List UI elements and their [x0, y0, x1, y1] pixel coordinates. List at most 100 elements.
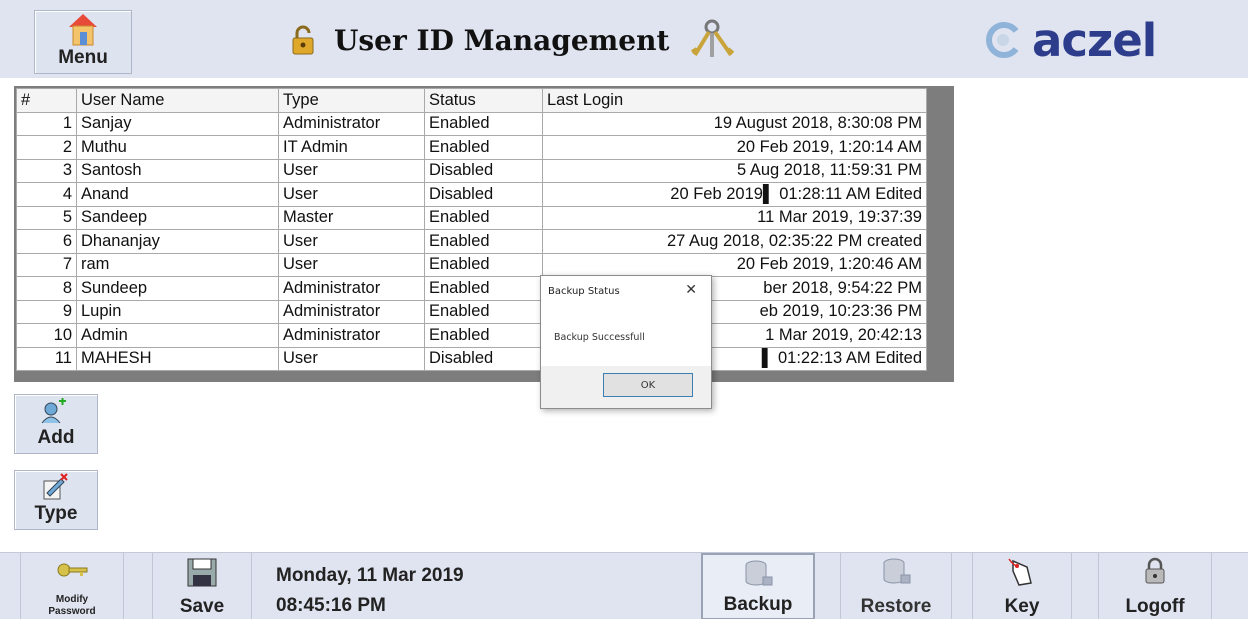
user-type-cell[interactable]: Administrator	[278, 299, 425, 324]
user-name-cell[interactable]: Muthu	[76, 135, 279, 160]
table-row[interactable]: 2 Muthu IT Admin Enabled 20 Feb 2019, 1:20:1…	[16, 135, 927, 160]
status-cell[interactable]: Enabled	[424, 252, 543, 277]
save-disk-icon	[187, 558, 217, 587]
status-cell[interactable]: Disabled	[424, 182, 543, 207]
database-backup-icon	[745, 560, 773, 586]
status-cell[interactable]: Disabled	[424, 158, 543, 183]
user-name-cell[interactable]: MAHESH	[76, 346, 279, 371]
table-row[interactable]: 7 ram User Enabled 20 Feb 2019, 1:20:46 AM	[16, 252, 927, 277]
user-type-cell[interactable]: User	[278, 252, 425, 277]
current-time: 08:45:16 PM	[276, 595, 386, 616]
user-name-cell[interactable]: Sandeep	[76, 205, 279, 230]
title-area: User ID Management	[290, 18, 737, 62]
user-type-cell[interactable]: Master	[278, 205, 425, 230]
user-type-cell[interactable]: User	[278, 229, 425, 254]
user-name-cell[interactable]: Dhananjay	[76, 229, 279, 254]
column-header-last-login[interactable]: Last Login	[542, 88, 927, 113]
status-cell[interactable]: Enabled	[424, 135, 543, 160]
status-cell[interactable]: Enabled	[424, 323, 543, 348]
edit-type-icon	[43, 473, 68, 500]
add-user-icon	[41, 398, 66, 424]
keys-icon	[691, 19, 735, 57]
type-button[interactable]: Type	[14, 470, 98, 530]
table-row[interactable]: 5 Sandeep Master Enabled 11 Mar 2019, 19:37:…	[16, 205, 927, 230]
row-number-cell[interactable]: 5	[16, 205, 77, 230]
table-row[interactable]: 8 Sundeep Administrator Enabled ber 2018, 9:…	[16, 276, 927, 301]
table-row[interactable]: 11 MAHESH User Disabled ▌ 01:22:13 AM Edited	[16, 346, 927, 371]
header-bar: Menu User ID Management aczel	[0, 0, 1248, 78]
restore-button[interactable]: Restore	[840, 553, 952, 619]
user-type-cell[interactable]: IT Admin	[278, 135, 425, 160]
logoff-button[interactable]: Logoff	[1098, 553, 1212, 619]
last-login-cell[interactable]: 5 Aug 2018, 11:59:31 PM	[542, 158, 927, 183]
user-type-cell[interactable]: User	[278, 158, 425, 183]
row-number-cell[interactable]: 9	[16, 299, 77, 324]
user-name-cell[interactable]: Sanjay	[76, 111, 279, 136]
user-name-cell[interactable]: Santosh	[76, 158, 279, 183]
status-cell[interactable]: Enabled	[424, 299, 543, 324]
key-icon	[57, 563, 88, 577]
backup-label: Backup	[723, 594, 793, 615]
last-login-cell[interactable]: 19 August 2018, 8:30:08 PM	[542, 111, 927, 136]
column-header-status[interactable]: Status	[424, 88, 543, 113]
last-login-cell[interactable]: 20 Feb 2019, 1:20:14 AM	[542, 135, 927, 160]
padlock-icon	[292, 25, 314, 55]
user-type-cell[interactable]: Administrator	[278, 111, 425, 136]
user-name-cell[interactable]: Admin	[76, 323, 279, 348]
status-cell[interactable]: Enabled	[424, 205, 543, 230]
user-name-cell[interactable]: Lupin	[76, 299, 279, 324]
status-cell[interactable]: Disabled	[424, 346, 543, 371]
last-login-cell[interactable]: 20 Feb 2019, 1:20:46 AM	[542, 252, 927, 277]
user-name-cell[interactable]: ram	[76, 252, 279, 277]
status-cell[interactable]: Enabled	[424, 276, 543, 301]
column-header-user-name[interactable]: User Name	[76, 88, 279, 113]
dialog-body: Backup Successfull	[541, 306, 711, 366]
row-number-cell[interactable]: 2	[16, 135, 77, 160]
logoff-lock-icon	[1145, 557, 1165, 584]
row-number-cell[interactable]: 10	[16, 323, 77, 348]
row-number-cell[interactable]: 1	[16, 111, 77, 136]
logoff-label: Logoff	[1125, 596, 1185, 617]
table-row[interactable]: 10 Admin Administrator Enabled 1 Mar 2019, 2…	[16, 323, 927, 348]
column-header-type[interactable]: Type	[278, 88, 425, 113]
row-number-cell[interactable]: 4	[16, 182, 77, 207]
user-type-cell[interactable]: User	[278, 182, 425, 207]
modify-label: Modify	[55, 594, 89, 605]
last-login-cell[interactable]: 20 Feb 2019▌ 01:28:11 AM Edited	[542, 182, 927, 207]
user-name-cell[interactable]: Anand	[76, 182, 279, 207]
row-number-cell[interactable]: 11	[16, 346, 77, 371]
add-user-button[interactable]: Add	[14, 394, 98, 454]
key-button[interactable]: Key	[972, 553, 1072, 619]
dialog-title: Backup Status	[548, 286, 620, 297]
table-row[interactable]: 1 Sanjay Administrator Enabled 19 August 201…	[16, 111, 927, 136]
row-number-cell[interactable]: 6	[16, 229, 77, 254]
table-row[interactable]: 3 Santosh User Disabled 5 Aug 2018, 11:59:31…	[16, 158, 927, 183]
last-login-cell[interactable]: 11 Mar 2019, 19:37:39	[542, 205, 927, 230]
user-type-cell[interactable]: Administrator	[278, 276, 425, 301]
modify-password-label: Modify Password	[21, 594, 123, 618]
user-type-cell[interactable]: User	[278, 346, 425, 371]
user-name-cell[interactable]: Sundeep	[76, 276, 279, 301]
key-tag-icon	[1008, 558, 1032, 586]
last-login-cell[interactable]: 27 Aug 2018, 02:35:22 PM created	[542, 229, 927, 254]
backup-status-dialog: Backup Status ✕ Backup Successfull OK	[540, 275, 712, 409]
column-header-number[interactable]: #	[16, 88, 77, 113]
table-row[interactable]: 9 Lupin Administrator Enabled eb 2019, 10:23…	[16, 299, 927, 324]
ok-button[interactable]: OK	[603, 373, 693, 397]
table-row[interactable]: 4 Anand User Disabled 20 Feb 2019▌ 01:28:11 …	[16, 182, 927, 207]
row-number-cell[interactable]: 7	[16, 252, 77, 277]
user-type-cell[interactable]: Administrator	[278, 323, 425, 348]
user-table[interactable]: # User Name Type Status Last Login 1 Sanj…	[16, 88, 927, 371]
row-number-cell[interactable]: 8	[16, 276, 77, 301]
row-number-cell[interactable]: 3	[16, 158, 77, 183]
status-cell[interactable]: Enabled	[424, 111, 543, 136]
modify-password-button[interactable]: Modify Password	[20, 553, 124, 619]
page-title: User ID Management	[334, 23, 670, 57]
close-icon[interactable]: ✕	[685, 282, 697, 298]
save-button[interactable]: Save	[152, 553, 252, 619]
backup-button[interactable]: Backup	[701, 553, 815, 619]
dialog-message: Backup Successfull	[554, 332, 645, 343]
table-row[interactable]: 6 Dhananjay User Enabled 27 Aug 2018, 02:35:…	[16, 229, 927, 254]
menu-button[interactable]: Menu	[34, 10, 132, 74]
status-cell[interactable]: Enabled	[424, 229, 543, 254]
